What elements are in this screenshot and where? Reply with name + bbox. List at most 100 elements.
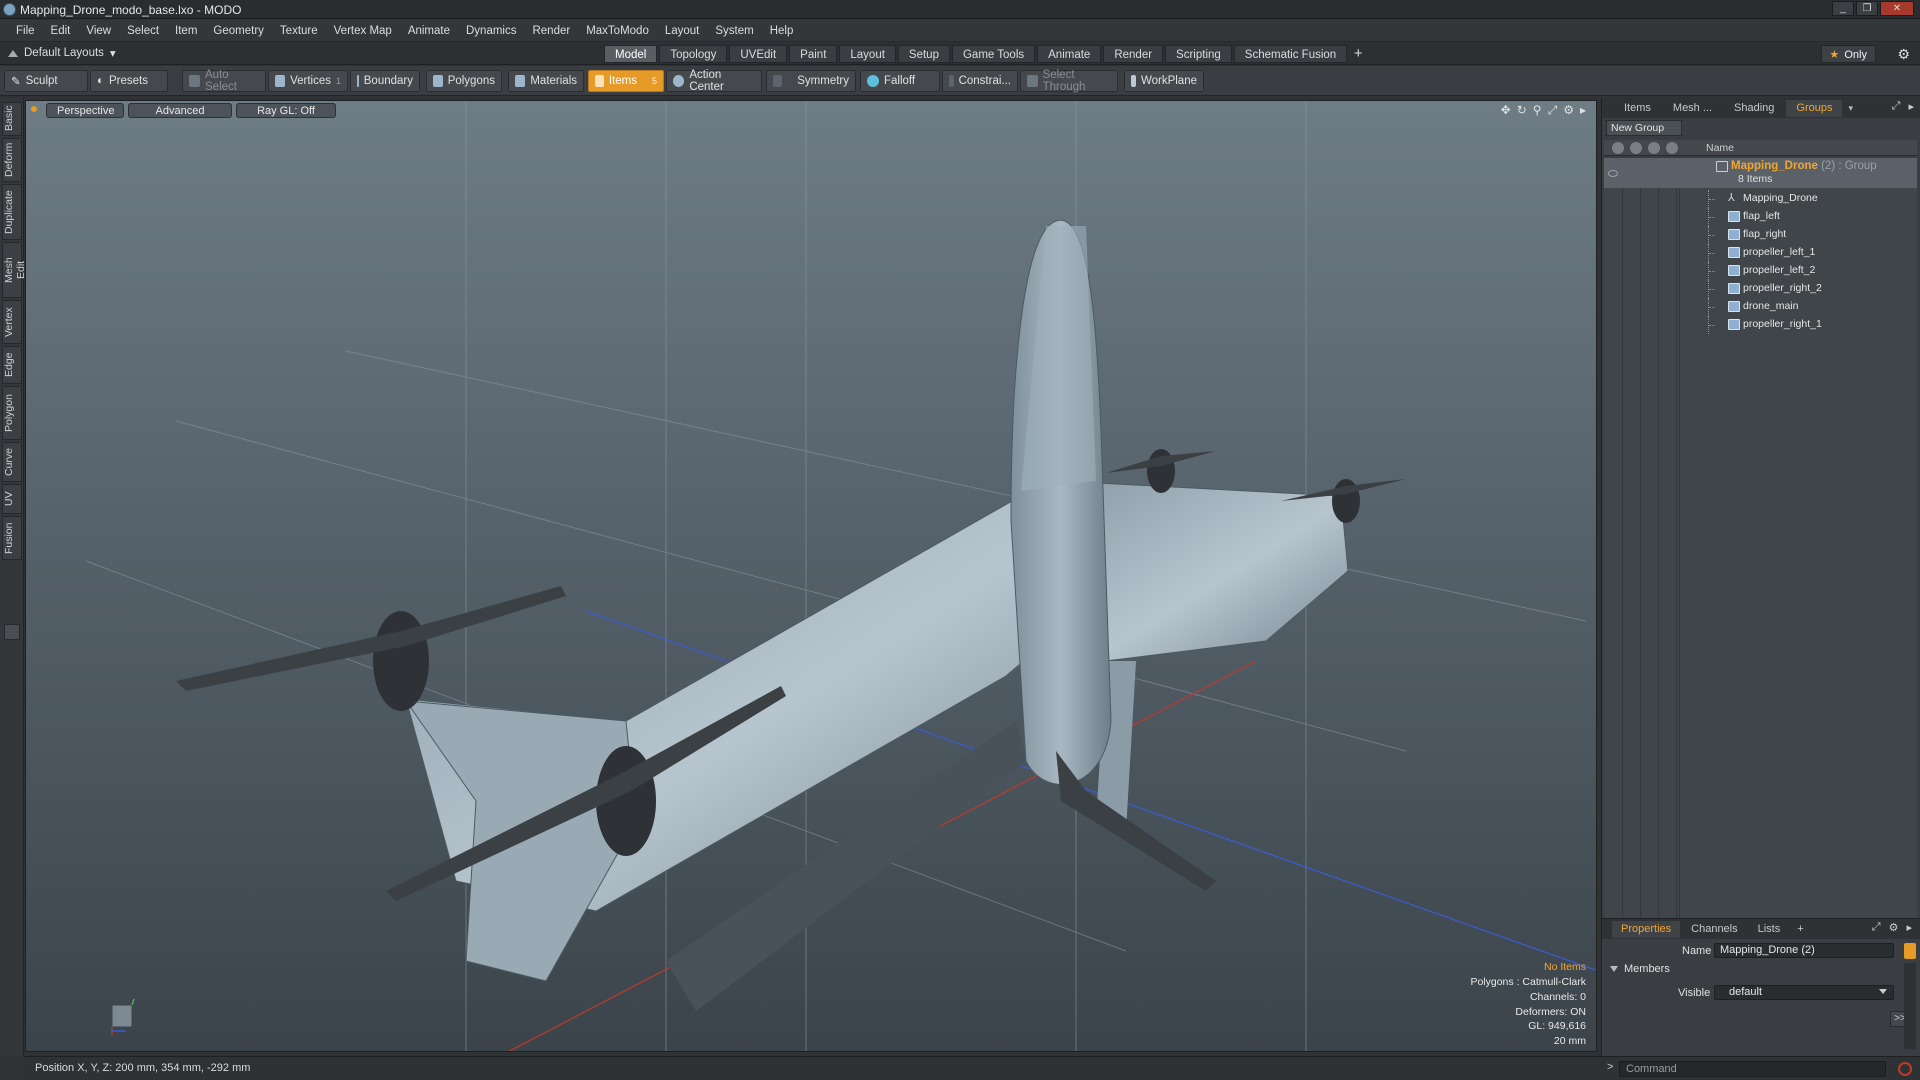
list-item[interactable]: flap_left xyxy=(1604,208,1917,226)
menu-layout[interactable]: Layout xyxy=(657,20,708,42)
visibility-column-icon[interactable] xyxy=(1612,142,1624,154)
new-group-button[interactable]: New Group xyxy=(1606,120,1682,136)
menu-geometry[interactable]: Geometry xyxy=(205,20,272,42)
name-field[interactable]: Mapping_Drone (2) xyxy=(1714,943,1894,958)
lock-column-icon[interactable] xyxy=(1648,142,1660,154)
layouts-dropdown[interactable]: Default Layouts ▾ xyxy=(8,46,116,60)
presets-button[interactable]: ◐ Presets xyxy=(90,70,168,92)
vertices-button[interactable]: Vertices 1 xyxy=(268,70,348,92)
chevron-down-icon[interactable]: ▾ xyxy=(1848,103,1853,114)
polygons-button[interactable]: Polygons xyxy=(426,70,502,92)
list-item[interactable]: drone_main xyxy=(1604,298,1917,316)
menu-animate[interactable]: Animate xyxy=(400,20,458,42)
minimize-icon[interactable]: _ xyxy=(1832,1,1854,16)
menu-maxtomodo[interactable]: MaxToModo xyxy=(578,20,657,42)
menu-edit[interactable]: Edit xyxy=(43,20,79,42)
expand-icon[interactable]: ⤢ xyxy=(1872,921,1881,934)
tab-duplicate[interactable]: Duplicate xyxy=(2,184,22,240)
menu-help[interactable]: Help xyxy=(762,20,802,42)
pan-icon[interactable]: ✥ xyxy=(1501,103,1511,118)
tab-polygon[interactable]: Polygon xyxy=(2,386,22,440)
list-item[interactable]: ⅄ Mapping_Drone xyxy=(1604,190,1917,208)
tab-animate[interactable]: Animate xyxy=(1037,45,1102,63)
select-through-button[interactable]: Select Through xyxy=(1020,69,1118,93)
action-center-button[interactable]: Action Center xyxy=(666,69,762,93)
expand-icon[interactable]: ⤢ xyxy=(1892,100,1901,113)
only-toggle[interactable]: ★ Only xyxy=(1821,45,1876,63)
select-column-icon[interactable] xyxy=(1666,142,1678,154)
viewport-menu-icon[interactable]: ▸ xyxy=(1580,103,1586,118)
tab-lists[interactable]: Lists xyxy=(1749,921,1790,938)
list-item[interactable]: propeller_right_2 xyxy=(1604,280,1917,298)
workplane-button[interactable]: WorkPlane xyxy=(1124,70,1204,92)
materials-button[interactable]: Materials xyxy=(508,70,584,92)
menu-vertex-map[interactable]: Vertex Map xyxy=(326,20,400,42)
render-column-icon[interactable] xyxy=(1630,142,1642,154)
panel-menu-icon[interactable]: ▸ xyxy=(1908,100,1914,113)
tab-channels[interactable]: Channels xyxy=(1682,921,1746,938)
tab-schematic-fusion[interactable]: Schematic Fusion xyxy=(1233,45,1348,63)
list-item[interactable]: propeller_left_1 xyxy=(1604,244,1917,262)
tab-model[interactable]: Model xyxy=(604,45,658,63)
pin-icon[interactable] xyxy=(1904,943,1916,959)
tab-groups[interactable]: Groups xyxy=(1786,99,1843,117)
rotate-icon[interactable]: ↻ xyxy=(1517,103,1527,118)
tab-curve[interactable]: Curve xyxy=(2,442,22,482)
menu-select[interactable]: Select xyxy=(119,20,167,42)
add-tab-icon[interactable]: + xyxy=(1349,45,1367,63)
3d-viewport[interactable]: Perspective Advanced Ray GL: Off ✥ ↻ ⚲ ⤢… xyxy=(25,100,1597,1052)
add-tab-icon[interactable]: + xyxy=(1791,923,1803,935)
menu-item[interactable]: Item xyxy=(167,20,205,42)
visible-dropdown[interactable]: default xyxy=(1714,985,1894,1000)
view-type-button[interactable]: Perspective xyxy=(46,103,124,118)
panel-toggle-button[interactable] xyxy=(4,624,20,640)
list-item[interactable]: flap_right xyxy=(1604,226,1917,244)
maximize-icon[interactable]: ⤢ xyxy=(1548,103,1558,118)
tab-mesh-edit[interactable]: Mesh Edit xyxy=(2,242,27,298)
tab-basic[interactable]: Basic xyxy=(2,102,22,136)
tab-uv[interactable]: UV xyxy=(2,484,22,514)
tab-edge[interactable]: Edge xyxy=(2,346,22,384)
list-item[interactable]: propeller_right_1 xyxy=(1604,316,1917,334)
close-icon[interactable]: ✕ xyxy=(1880,1,1914,16)
tab-scripting[interactable]: Scripting xyxy=(1165,45,1232,63)
collapse-icon[interactable] xyxy=(8,49,18,57)
tab-paint[interactable]: Paint xyxy=(789,45,838,63)
menu-texture[interactable]: Texture xyxy=(272,20,326,42)
restore-icon[interactable]: ❐ xyxy=(1856,1,1878,16)
menu-system[interactable]: System xyxy=(707,20,761,42)
panel-menu-icon[interactable]: ▸ xyxy=(1906,921,1912,934)
gear-icon[interactable]: ⚙ xyxy=(1889,921,1899,934)
constraints-button[interactable]: Constrai... xyxy=(942,70,1018,92)
group-row[interactable]: Mapping_Drone (2) : Group 8 Items xyxy=(1604,158,1917,188)
sculpt-button[interactable]: ✎ Sculpt xyxy=(4,70,88,92)
tab-game-tools[interactable]: Game Tools xyxy=(951,45,1036,63)
members-section[interactable]: Members xyxy=(1610,963,1670,975)
command-input[interactable]: Command xyxy=(1619,1061,1886,1077)
tab-mesh[interactable]: Mesh ... xyxy=(1663,100,1722,117)
tab-uvedit[interactable]: UVEdit xyxy=(729,45,788,63)
boundary-button[interactable]: Boundary xyxy=(350,70,420,92)
tab-fusion[interactable]: Fusion xyxy=(2,516,22,560)
falloff-button[interactable]: Falloff xyxy=(860,70,940,92)
tab-topology[interactable]: Topology xyxy=(659,45,728,63)
tab-deform[interactable]: Deform xyxy=(2,138,22,182)
record-icon[interactable] xyxy=(1898,1062,1912,1076)
menu-dynamics[interactable]: Dynamics xyxy=(458,20,524,42)
eye-icon[interactable] xyxy=(1608,170,1618,177)
tab-items[interactable]: Items xyxy=(1614,100,1661,117)
tab-setup[interactable]: Setup xyxy=(897,45,950,63)
shading-button[interactable]: Advanced xyxy=(128,103,232,118)
tab-render[interactable]: Render xyxy=(1103,45,1164,63)
raygl-button[interactable]: Ray GL: Off xyxy=(236,103,336,118)
items-button[interactable]: Items 5 xyxy=(588,70,664,92)
tab-shading[interactable]: Shading xyxy=(1724,100,1784,117)
gear-icon[interactable]: ⚙ xyxy=(1897,46,1910,63)
menu-render[interactable]: Render xyxy=(524,20,578,42)
tab-vertex[interactable]: Vertex xyxy=(2,300,22,344)
symmetry-button[interactable]: Symmetry xyxy=(766,70,856,92)
viewport-settings-icon[interactable]: ⚙ xyxy=(1563,103,1574,118)
tab-layout[interactable]: Layout xyxy=(839,45,896,63)
menu-view[interactable]: View xyxy=(78,20,119,42)
auto-select-button[interactable]: Auto Select xyxy=(182,69,266,93)
